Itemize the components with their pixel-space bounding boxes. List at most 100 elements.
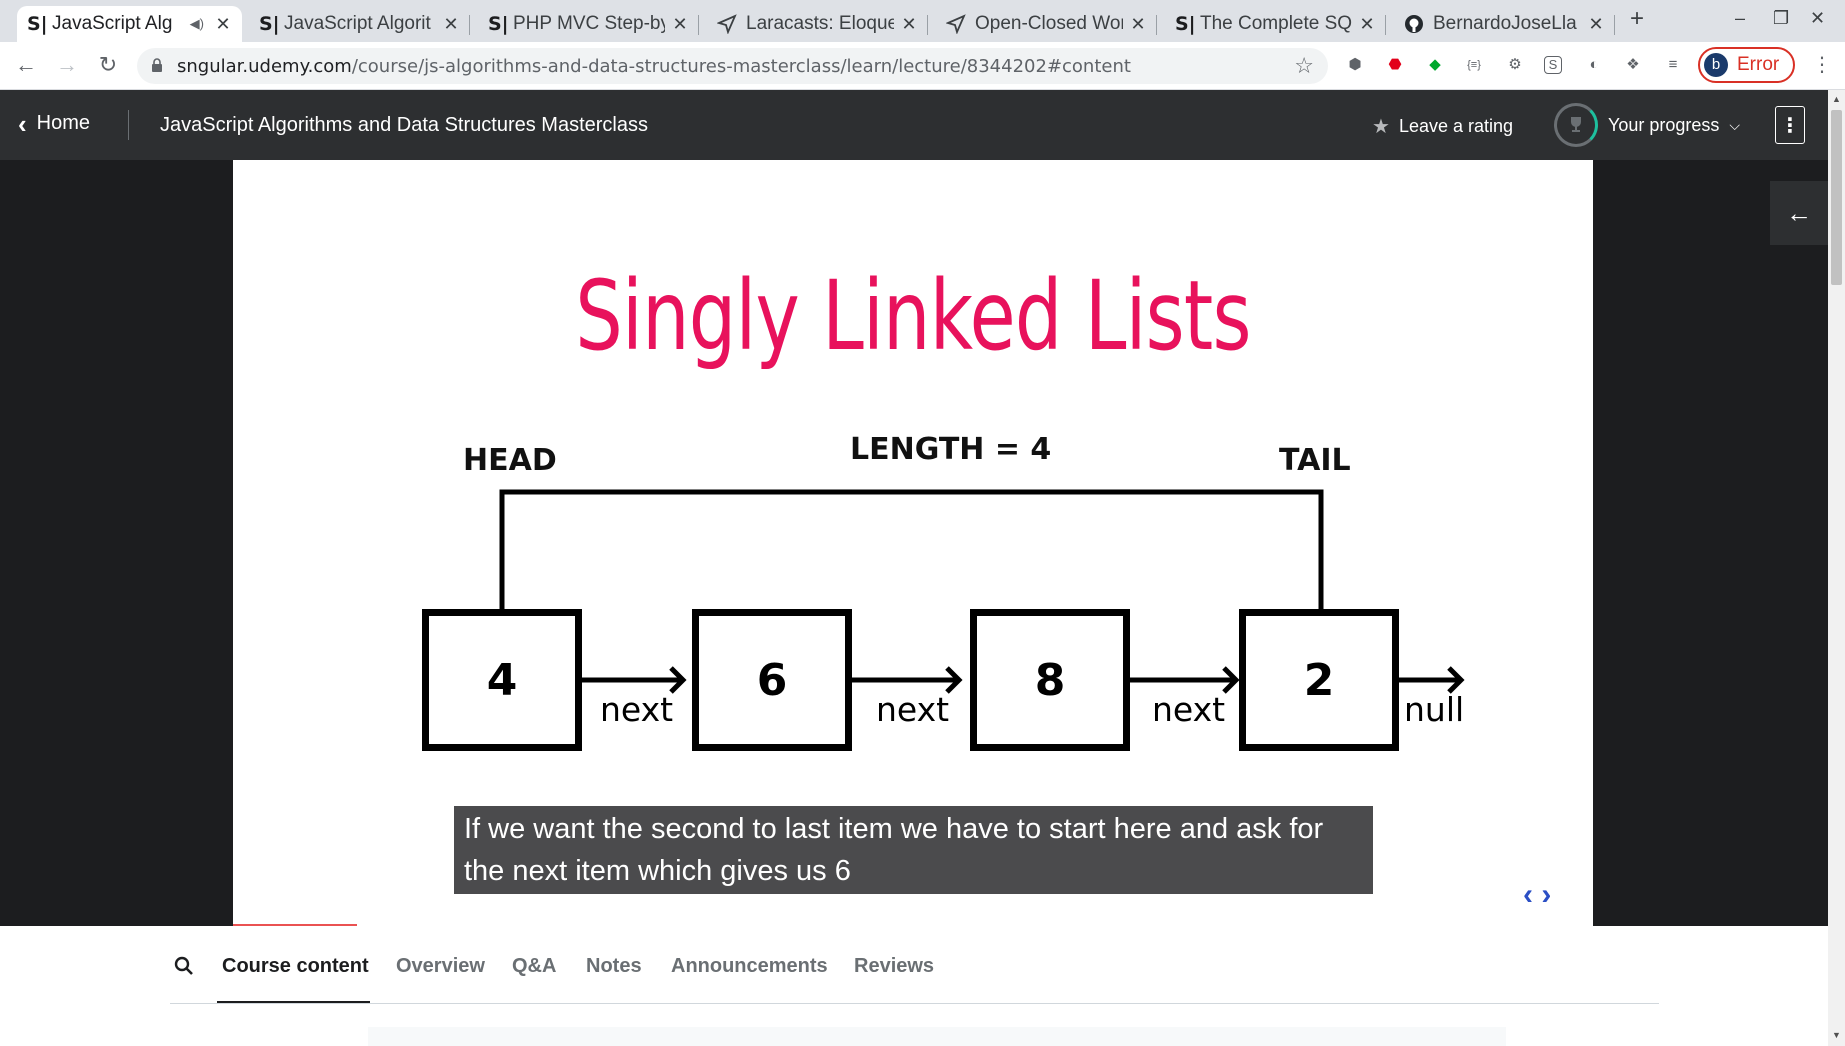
tab-title: JavaScript Alg [52, 13, 173, 34]
lecture-tabs-area: Course content Overview Q&A Notes Announ… [0, 926, 1828, 1046]
null-label: null [1404, 690, 1465, 729]
minimize-icon[interactable]: – [1735, 8, 1745, 29]
avatar: b [1704, 53, 1728, 77]
tab-title: BernardoJoseLla [1433, 13, 1577, 34]
tab-overview[interactable]: Overview [396, 955, 485, 978]
scroll-thumb[interactable] [1831, 110, 1842, 285]
browser-tab[interactable]: BernardoJoseLla ✕ [1394, 6, 1615, 42]
close-tab-icon[interactable]: ✕ [671, 14, 689, 35]
forward-icon[interactable]: → [53, 52, 81, 78]
udemy-favicon-icon: S| [1175, 13, 1196, 35]
progress-dropdown[interactable]: Your progress ⌵ [1554, 103, 1740, 147]
udemy-favicon-icon: S| [27, 13, 48, 35]
browser-tab[interactable]: Open-Closed Wor ✕ [936, 6, 1157, 42]
tab-course-content[interactable]: Course content [222, 955, 369, 978]
extension-darkmode-icon[interactable]: ◐ [1583, 54, 1605, 76]
tab-title: PHP MVC Step-by [513, 13, 665, 34]
back-icon[interactable]: ← [12, 52, 40, 78]
open-sidebar-button[interactable]: ← [1770, 181, 1828, 245]
media-queue-icon[interactable]: ≡ [1662, 54, 1684, 76]
course-content-panel [368, 1027, 1506, 1046]
lock-icon [152, 58, 162, 72]
extension-evernote-icon[interactable]: ◆ [1424, 54, 1446, 76]
reload-icon[interactable]: ↻ [94, 52, 122, 78]
tab-separator [1156, 15, 1157, 35]
url-path: /course/js-algorithms-and-data-structure… [351, 55, 1131, 77]
address-bar[interactable]: sngular.udemy.com/course/js-algorithms-a… [137, 48, 1328, 84]
browser-tab[interactable]: Laracasts: Eloque ✕ [707, 6, 928, 42]
scroll-up-icon[interactable]: ▲ [1832, 94, 1841, 104]
tab-separator [927, 15, 928, 35]
new-tab-button[interactable]: + [1630, 5, 1644, 33]
next-pointer-label: next [876, 690, 950, 729]
list-node: 2 [1239, 609, 1399, 751]
progress-ring [1554, 103, 1598, 147]
browser-tab-strip: S| JavaScript Alg ◀) ✕ S| JavaScript Alg… [0, 0, 1845, 42]
tab-separator [469, 15, 470, 35]
rating-label: Leave a rating [1398, 116, 1514, 136]
close-tab-icon[interactable]: ✕ [1129, 14, 1147, 35]
tab-separator [1614, 15, 1615, 35]
tab-separator [698, 15, 699, 35]
udemy-favicon-icon: S| [259, 13, 280, 35]
close-tab-icon[interactable]: ✕ [442, 14, 460, 35]
close-tab-icon[interactable]: ✕ [214, 14, 232, 35]
chevron-left-icon: ‹ [18, 108, 27, 139]
progress-label: Your progress [1608, 114, 1720, 135]
video-player[interactable]: Singly Linked Lists HEAD LENGTH = 4 TAIL… [0, 160, 1828, 926]
slide-nav-arrows[interactable]: ‹ › [1523, 878, 1551, 912]
page-scrollbar[interactable]: ▲ ▼ [1828, 90, 1845, 1046]
tab-title: JavaScript Algorit [284, 13, 431, 34]
bookmark-star-icon[interactable]: ☆ [1294, 54, 1314, 79]
active-tab-underline [217, 1001, 370, 1003]
tab-notes[interactable]: Notes [586, 955, 642, 978]
extension-gear-icon[interactable]: ⚙ [1504, 54, 1526, 76]
close-tab-icon[interactable]: ✕ [900, 14, 918, 35]
leave-rating-button[interactable]: ★ Leave a rating [1372, 114, 1513, 139]
list-node: 4 [422, 609, 582, 751]
browser-tab[interactable]: S| PHP MVC Step-by ✕ [478, 6, 699, 42]
browser-tab-active[interactable]: S| JavaScript Alg ◀) ✕ [17, 6, 242, 42]
next-pointer-label: next [1152, 690, 1226, 729]
laracasts-icon [717, 14, 737, 34]
close-tab-icon[interactable]: ✕ [1587, 14, 1605, 35]
udemy-favicon-icon: S| [488, 13, 509, 35]
home-label: Home [36, 112, 91, 134]
tab-reviews[interactable]: Reviews [854, 955, 934, 978]
chevron-down-icon: ⌵ [1729, 116, 1741, 133]
lecture-slide: Singly Linked Lists HEAD LENGTH = 4 TAIL… [233, 160, 1593, 926]
laracasts-icon [946, 14, 966, 34]
next-pointer-label: next [600, 690, 674, 729]
restore-icon[interactable]: ❐ [1773, 8, 1789, 29]
tab-announcements[interactable]: Announcements [671, 955, 828, 978]
tab-title: Laracasts: Eloque [746, 13, 894, 34]
close-tab-icon[interactable]: ✕ [1358, 14, 1376, 35]
profile-button[interactable]: b Error [1698, 47, 1795, 83]
extension-cube-icon[interactable]: ⬢ [1344, 54, 1366, 76]
url-host: sngular.udemy.com [177, 55, 352, 77]
extensions-puzzle-icon[interactable]: ❖ [1622, 54, 1644, 76]
extension-s-icon[interactable]: S [1544, 56, 1562, 74]
list-node: 6 [692, 609, 852, 751]
browser-toolbar: ← → ↻ sngular.udemy.com/course/js-algori… [0, 42, 1845, 90]
tab-title: Open-Closed Wor [975, 13, 1123, 34]
extension-json-icon[interactable]: {≡} [1463, 54, 1485, 76]
tab-qa[interactable]: Q&A [512, 955, 556, 978]
extension-adblock-icon[interactable]: ⬣ [1384, 54, 1406, 76]
profile-status: Error [1737, 54, 1780, 75]
github-icon [1405, 15, 1423, 33]
course-title: JavaScript Algorithms and Data Structure… [160, 114, 648, 136]
speaker-icon[interactable]: ◀) [190, 16, 204, 32]
browser-menu-icon[interactable]: ⋮ [1812, 52, 1832, 77]
scroll-down-icon[interactable]: ▼ [1832, 1030, 1841, 1040]
close-window-icon[interactable]: ✕ [1810, 8, 1825, 29]
trophy-icon [1571, 117, 1581, 132]
browser-tab[interactable]: S| JavaScript Algorit ✕ [249, 6, 470, 42]
more-options-button[interactable]: ⋮ [1775, 106, 1805, 144]
star-icon: ★ [1372, 116, 1390, 138]
home-link[interactable]: ‹ Home [18, 108, 91, 139]
browser-tab[interactable]: S| The Complete SQ ✕ [1165, 6, 1386, 42]
list-node: 8 [970, 609, 1130, 751]
header-divider [128, 110, 129, 140]
search-icon[interactable] [172, 954, 196, 978]
